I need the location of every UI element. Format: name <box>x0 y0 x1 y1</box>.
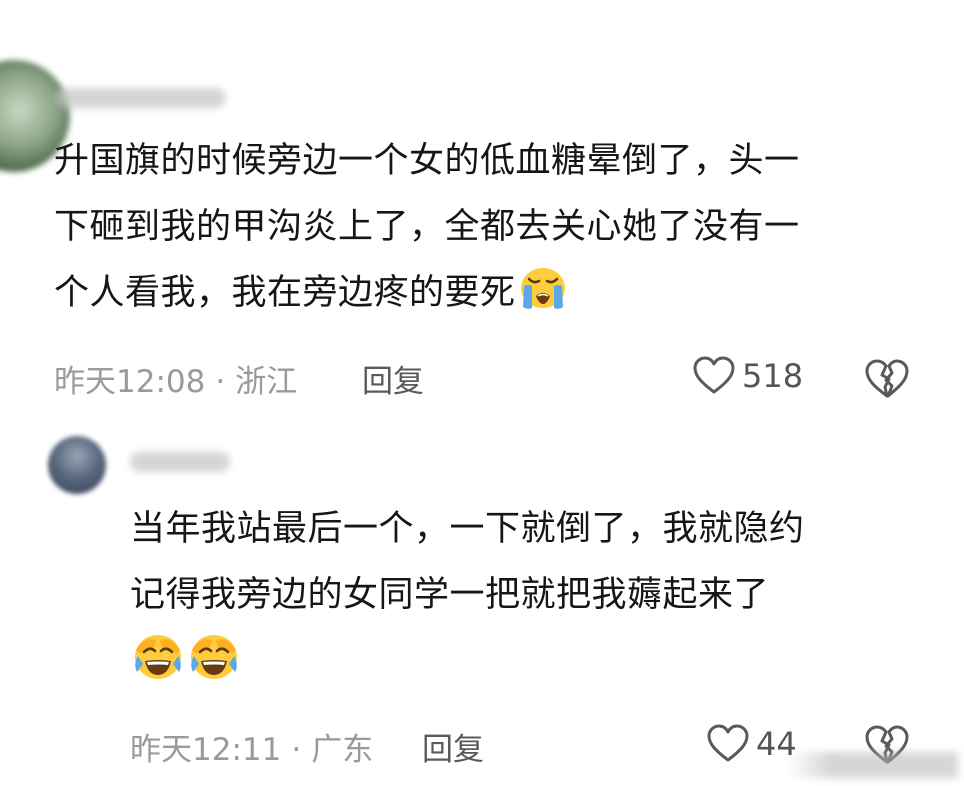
like-button[interactable]: 518 <box>692 356 803 396</box>
comment-line: 升国旗的时候旁边一个女的低血糖晕倒了，头一 <box>54 141 800 181</box>
comment-line: 记得我旁边的女同学一把就把我薅起来了 <box>130 575 770 615</box>
comment-line: 下砸到我的甲沟炎上了，全都去关心她了没有一 <box>54 207 800 247</box>
heart-icon <box>693 356 735 394</box>
heart-icon <box>707 724 749 762</box>
location: 浙江 <box>235 364 298 400</box>
comment-text: 当年我站最后一个，一下就倒了，我就隐约 记得我旁边的女同学一把就把我薅起来了 <box>130 496 805 694</box>
comment-meta: 昨天12:08 · 浙江 <box>54 356 297 401</box>
like-count: 518 <box>742 357 804 395</box>
username-blurred[interactable] <box>56 88 226 108</box>
laughing-crying-face-icon <box>130 628 186 704</box>
broken-heart-icon <box>865 359 909 398</box>
timestamp: 昨天12:11 <box>130 732 282 768</box>
comment-line: 个人看我，我在旁边疼的要死 <box>54 260 800 334</box>
comment-line: 当年我站最后一个，一下就倒了，我就隐约 <box>130 509 805 549</box>
timestamp: 昨天12:08 <box>54 364 206 400</box>
dislike-button[interactable] <box>864 358 910 404</box>
loudly-crying-face-icon <box>516 262 570 334</box>
reply-button[interactable]: 回复 <box>422 724 484 769</box>
comment-meta: 昨天12:11 · 广东 <box>130 724 373 769</box>
username-blurred[interactable] <box>130 452 230 472</box>
comment-emoji-line <box>130 628 805 694</box>
reply-button[interactable]: 回复 <box>362 356 424 401</box>
separator: · <box>291 732 302 768</box>
watermark <box>788 752 958 778</box>
like-button[interactable]: 44 <box>706 724 797 764</box>
comment-text: 升国旗的时候旁边一个女的低血糖晕倒了，头一 下砸到我的甲沟炎上了，全都去关心她了… <box>54 128 800 334</box>
separator: · <box>215 364 226 400</box>
avatar[interactable] <box>48 436 106 494</box>
laughing-crying-face-icon <box>186 628 242 704</box>
location: 广东 <box>311 732 374 768</box>
